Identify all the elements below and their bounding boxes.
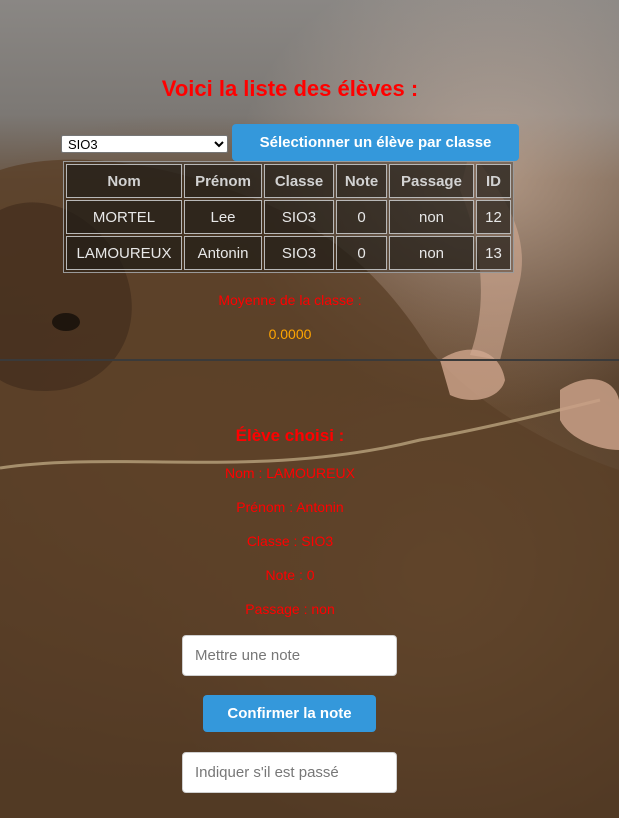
chosen-note: Note : 0 — [265, 567, 315, 583]
cell-note: 0 — [336, 200, 387, 234]
class-select[interactable]: SIO3 — [61, 135, 228, 153]
class-average-value: 0.0000 — [268, 326, 312, 342]
note-input[interactable] — [182, 635, 397, 676]
cell-nom: MORTEL — [66, 200, 182, 234]
chosen-student-title: Élève choisi : — [235, 426, 345, 445]
chosen-nom: Nom : LAMOUREUX — [225, 465, 355, 481]
cell-id: 13 — [476, 236, 511, 270]
cell-note: 0 — [336, 236, 387, 270]
chosen-prenom: Prénom : Antonin — [236, 499, 344, 515]
table-header-row: Nom Prénom Classe Note Passage ID — [66, 164, 511, 198]
table-row: MORTEL Lee SIO3 0 non 12 — [66, 200, 511, 234]
cell-passage: non — [389, 236, 474, 270]
passage-input[interactable] — [182, 752, 397, 793]
chosen-classe: Classe : SIO3 — [246, 533, 334, 549]
header-passage: Passage — [389, 164, 474, 198]
cell-prenom: Antonin — [184, 236, 262, 270]
table-row: LAMOUREUX Antonin SIO3 0 non 13 — [66, 236, 511, 270]
header-nom: Nom — [66, 164, 182, 198]
header-id: ID — [476, 164, 511, 198]
cell-id: 12 — [476, 200, 511, 234]
header-prenom: Prénom — [184, 164, 262, 198]
cell-classe: SIO3 — [264, 200, 334, 234]
class-average-label: Moyenne de la classe : — [218, 292, 362, 308]
confirm-note-button[interactable]: Confirmer la note — [203, 695, 376, 732]
header-classe: Classe — [264, 164, 334, 198]
page-title: Voici la liste des élèves : — [161, 76, 419, 101]
cell-passage: non — [389, 200, 474, 234]
section-divider — [0, 359, 619, 361]
select-student-by-class-button[interactable]: Sélectionner un élève par classe — [232, 124, 519, 161]
cell-nom: LAMOUREUX — [66, 236, 182, 270]
cell-prenom: Lee — [184, 200, 262, 234]
header-note: Note — [336, 164, 387, 198]
chosen-passage: Passage : non — [245, 601, 335, 617]
students-table: Nom Prénom Classe Note Passage ID MORTEL… — [63, 161, 514, 273]
cell-classe: SIO3 — [264, 236, 334, 270]
